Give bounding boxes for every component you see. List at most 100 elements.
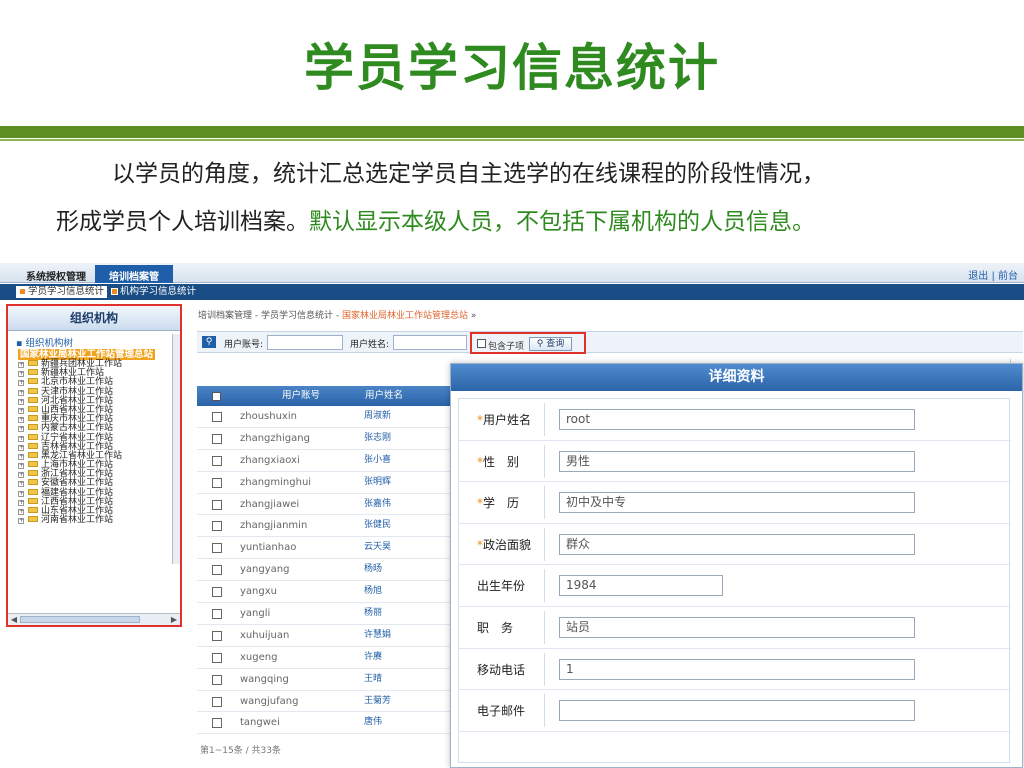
table-row[interactable]: xugeng 许赓	[197, 647, 451, 669]
row-name-link[interactable]: 杨旸	[364, 559, 382, 581]
expand-icon[interactable]: +	[18, 463, 24, 470]
field-value-input[interactable]: 1	[559, 658, 915, 680]
expand-icon[interactable]: +	[18, 389, 24, 396]
row-account: zhangjiawei	[240, 498, 300, 510]
expand-icon[interactable]: +	[18, 499, 24, 506]
tree-horizontal-scrollbar[interactable]: ◀ ▶	[8, 613, 180, 625]
table-row[interactable]: wangqing 王晴	[197, 669, 451, 691]
field-value-input[interactable]: 站员	[559, 617, 915, 638]
row-checkbox[interactable]	[212, 587, 222, 598]
table-row[interactable]: zhangxiaoxi 张小喜	[197, 450, 451, 472]
field-value-input[interactable]: 群众	[559, 533, 915, 555]
row-checkbox[interactable]	[212, 609, 222, 620]
row-checkbox[interactable]	[212, 565, 222, 576]
row-name-link[interactable]: 王菊芳	[364, 691, 391, 713]
field-value-input[interactable]: 1984	[559, 575, 723, 597]
field-value-input[interactable]: 男性	[559, 450, 915, 472]
tree-vertical-scrollbar[interactable]	[172, 334, 180, 564]
table-row[interactable]: zhangminghui 张明辉	[197, 472, 451, 494]
row-name-link[interactable]: 张明辉	[364, 472, 391, 494]
expand-icon[interactable]: +	[18, 407, 24, 414]
table-row[interactable]: zhangzhigang 张志刚	[197, 428, 451, 450]
table-row[interactable]: zhoushuxin 周淑新	[197, 406, 451, 428]
title-divider	[0, 126, 1024, 138]
expand-icon[interactable]: +	[18, 435, 24, 442]
row-checkbox[interactable]	[212, 652, 222, 663]
row-checkbox[interactable]	[212, 543, 222, 554]
expand-icon[interactable]: +	[18, 518, 24, 525]
table-row[interactable]: yangli 杨丽	[197, 603, 451, 625]
row-checkbox[interactable]	[212, 674, 222, 685]
expand-icon[interactable]: +	[18, 417, 24, 424]
breadcrumb-current[interactable]: 国家林业局林业工作站管理总站	[342, 311, 468, 321]
field-value-input[interactable]: root	[559, 409, 915, 430]
expand-icon[interactable]: +	[18, 362, 24, 368]
tab-training-archive[interactable]: 培训档案管理	[95, 265, 173, 298]
org-tree-root[interactable]: ▪ 组织机构树	[8, 338, 180, 349]
table-row[interactable]: yangyang 杨旸	[197, 559, 451, 582]
row-checkbox[interactable]	[212, 412, 222, 422]
table-row[interactable]: yuntianhao 云天昊	[197, 537, 451, 560]
tree-node[interactable]: + 河南省林业工作站	[8, 516, 180, 525]
row-name-link[interactable]: 张小喜	[364, 450, 391, 472]
subtab-student-stats[interactable]: 学员学习信息统计	[16, 286, 108, 298]
row-checkbox[interactable]	[212, 696, 222, 707]
row-checkbox[interactable]	[212, 630, 222, 641]
field-value-input[interactable]	[559, 700, 915, 722]
row-checkbox[interactable]	[212, 433, 222, 444]
row-name-link[interactable]: 张志刚	[364, 428, 391, 450]
detail-field: 移动电话 1	[459, 649, 1011, 691]
table-row[interactable]: xuhuijuan 许慧娟	[197, 625, 451, 647]
expand-icon[interactable]: +	[18, 490, 24, 497]
table-row[interactable]: zhangjianmin 张健民	[197, 515, 451, 538]
tab-system-auth[interactable]: 系统授权管理	[16, 265, 96, 283]
row-name-link[interactable]: 许赓	[364, 647, 382, 669]
row-name-link[interactable]: 周淑新	[364, 406, 391, 428]
subtab-org-stats[interactable]: 机构学习信息统计	[108, 286, 199, 298]
expand-icon[interactable]: +	[18, 472, 24, 479]
table-row[interactable]: wangjufang 王菊芳	[197, 691, 451, 713]
row-checkbox[interactable]	[212, 455, 222, 466]
row-checkbox[interactable]	[212, 521, 222, 532]
row-name-link[interactable]: 云天昊	[364, 537, 391, 559]
select-all-checkbox[interactable]	[212, 392, 221, 401]
row-name-link[interactable]: 许慧娟	[364, 625, 391, 647]
scroll-left-icon[interactable]: ◀	[9, 615, 19, 624]
scroll-thumb[interactable]	[20, 616, 140, 623]
field-value-input[interactable]: 初中及中专	[559, 492, 915, 514]
expand-icon[interactable]: +	[18, 380, 24, 387]
org-tree-nodes: + 新疆兵团林业工作站 + 新疆林业工作站 + 北京市林业工作站 + 天津市林业工作站 + 河北省…	[8, 359, 180, 525]
include-sub-checkbox[interactable]	[477, 339, 486, 348]
row-checkbox[interactable]	[212, 718, 222, 729]
account-input[interactable]	[267, 335, 343, 350]
detail-field: 电子邮件	[459, 690, 1011, 732]
expand-icon[interactable]: +	[18, 398, 24, 405]
row-name-link[interactable]: 张健民	[364, 515, 391, 537]
name-input[interactable]	[393, 335, 467, 350]
row-name-link[interactable]: 王晴	[364, 669, 382, 691]
scroll-right-icon[interactable]: ▶	[169, 615, 179, 624]
include-sub-box: 包含子项 ⚲ 查询	[470, 332, 586, 354]
expand-icon[interactable]: +	[18, 481, 24, 488]
row-account: zhangxiaoxi	[240, 454, 300, 466]
row-checkbox[interactable]	[212, 499, 222, 510]
row-account: xugeng	[240, 651, 278, 663]
table-row[interactable]: zhangjiawei 张嘉伟	[197, 494, 451, 516]
row-account: tangwei	[240, 717, 280, 729]
query-button[interactable]: ⚲ 查询	[529, 337, 572, 351]
row-checkbox[interactable]	[212, 477, 222, 488]
row-name-link[interactable]: 张嘉伟	[364, 494, 391, 516]
row-name-link[interactable]: 杨旭	[364, 581, 382, 603]
row-name-link[interactable]: 唐伟	[364, 712, 382, 734]
expand-icon[interactable]: +	[18, 426, 24, 433]
folder-icon	[28, 424, 38, 431]
expand-icon[interactable]: +	[18, 371, 24, 378]
row-name-link[interactable]: 杨丽	[364, 603, 382, 625]
expand-icon[interactable]: +	[18, 509, 24, 515]
expand-icon[interactable]: +	[18, 444, 24, 451]
table-row[interactable]: tangwei 唐伟	[197, 712, 451, 735]
folder-icon	[28, 488, 38, 495]
top-links[interactable]: 退出 | 前台	[968, 267, 1018, 282]
table-row[interactable]: yangxu 杨旭	[197, 581, 451, 604]
expand-icon[interactable]: +	[18, 453, 24, 460]
